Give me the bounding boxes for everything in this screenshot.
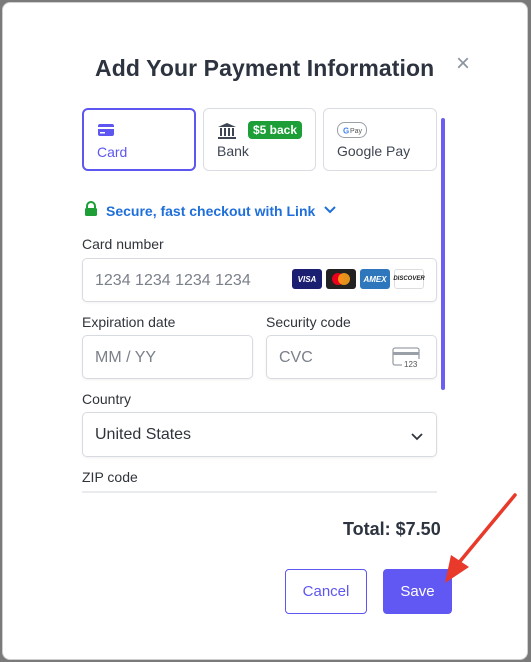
svg-text:123: 123: [404, 360, 418, 369]
svg-text:G: G: [343, 127, 349, 136]
chevron-down-icon: [410, 429, 424, 447]
tab-label: Google Pay: [337, 143, 411, 159]
tab-google-pay[interactable]: G Pay Google Pay: [323, 108, 437, 171]
cashback-badge: $5 back: [248, 121, 303, 139]
dialog-title: Add Your Payment Information: [95, 55, 435, 81]
amex-icon: AMEX: [360, 269, 390, 289]
tab-bank[interactable]: $5 back Bank: [203, 108, 316, 171]
zip-field-edge: [82, 491, 437, 493]
svg-text:Pay: Pay: [350, 128, 363, 135]
bank-icon: [217, 122, 237, 145]
card-number-placeholder: 1234 1234 1234 1234: [95, 272, 251, 289]
cvc-card-icon: 123: [392, 347, 424, 374]
visa-icon: VISA: [292, 269, 322, 289]
cancel-button[interactable]: Cancel: [285, 569, 367, 614]
zip-code-label: ZIP code: [82, 469, 138, 485]
card-number-field[interactable]: 1234 1234 1234 1234 VISA AMEX DISCOVER: [82, 258, 437, 302]
expiration-field[interactable]: MM / YY: [82, 335, 253, 379]
tab-label: Card: [97, 144, 128, 160]
expiration-placeholder: MM / YY: [95, 349, 157, 366]
mastercard-icon: [326, 269, 356, 289]
discover-icon: DISCOVER: [393, 269, 425, 289]
lock-icon: [84, 200, 98, 222]
country-value: United States: [95, 426, 192, 443]
country-select[interactable]: United States: [82, 412, 437, 457]
total-amount: Total: $7.50: [343, 519, 441, 539]
google-pay-icon: G Pay: [337, 122, 367, 143]
security-code-placeholder: CVC: [279, 349, 313, 366]
card-brand-logos: VISA AMEX DISCOVER: [292, 269, 425, 289]
chevron-down-icon: [323, 202, 337, 220]
tab-label: Bank: [217, 143, 249, 159]
scrollbar[interactable]: [441, 118, 445, 390]
card-number-label: Card number: [82, 236, 164, 252]
security-code-label: Security code: [266, 314, 351, 330]
tab-card[interactable]: Card: [82, 108, 196, 171]
security-code-field[interactable]: CVC 123: [266, 335, 437, 379]
close-icon[interactable]: ×: [452, 52, 474, 76]
annotation-arrow: [445, 493, 517, 583]
link-text: Secure, fast checkout with Link: [106, 203, 316, 219]
expiration-label: Expiration date: [82, 314, 176, 330]
payment-dialog: Add Your Payment Information × Card $5 b…: [2, 2, 528, 660]
card-icon: [97, 123, 115, 142]
country-label: Country: [82, 391, 132, 407]
link-checkout[interactable]: Secure, fast checkout with Link: [84, 200, 337, 222]
